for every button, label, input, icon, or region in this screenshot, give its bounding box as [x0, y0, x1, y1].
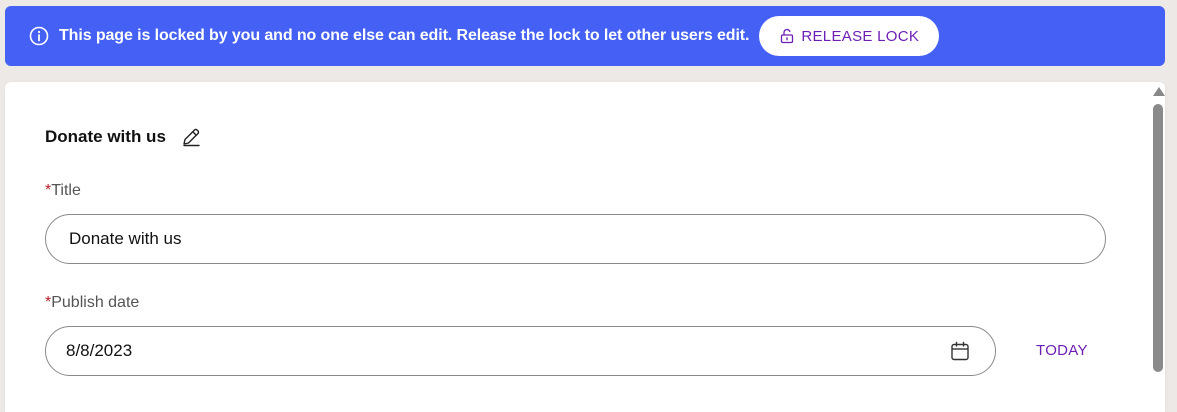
info-icon [29, 26, 49, 46]
calendar-icon[interactable] [949, 340, 971, 362]
title-field-label: *Title [45, 182, 81, 200]
unlock-icon [779, 28, 795, 44]
publish-date-input[interactable]: 8/8/2023 [45, 326, 996, 376]
release-lock-label: RELEASE LOCK [801, 27, 920, 45]
scroll-up-arrow-icon[interactable] [1153, 87, 1165, 96]
pencil-icon[interactable] [180, 126, 202, 148]
page-title: Donate with us [45, 127, 166, 146]
publish-date-field-label: *Publish date [45, 294, 139, 312]
publish-date-value: 8/8/2023 [66, 341, 133, 360]
banner-text-pre: This page is [59, 27, 155, 44]
scrollbar-thumb[interactable] [1153, 104, 1163, 372]
content-panel: Donate with us *Title Donate with us *Pu… [5, 82, 1165, 412]
today-button[interactable]: TODAY [1036, 342, 1088, 359]
lock-banner-message: This page is locked by you and no one el… [59, 27, 749, 45]
title-label-text: Title [51, 182, 81, 199]
release-lock-button[interactable]: RELEASE LOCK [759, 16, 940, 56]
banner-text-post: and no one else can edit. Release the lo… [260, 27, 750, 44]
page-heading: Donate with us [45, 126, 202, 148]
banner-text-strong: locked by you [154, 27, 261, 44]
lock-banner: This page is locked by you and no one el… [5, 6, 1165, 66]
title-input[interactable]: Donate with us [45, 214, 1106, 264]
title-input-value: Donate with us [69, 229, 182, 248]
publish-date-label-text: Publish date [51, 294, 140, 311]
vertical-scrollbar[interactable] [1150, 82, 1165, 412]
